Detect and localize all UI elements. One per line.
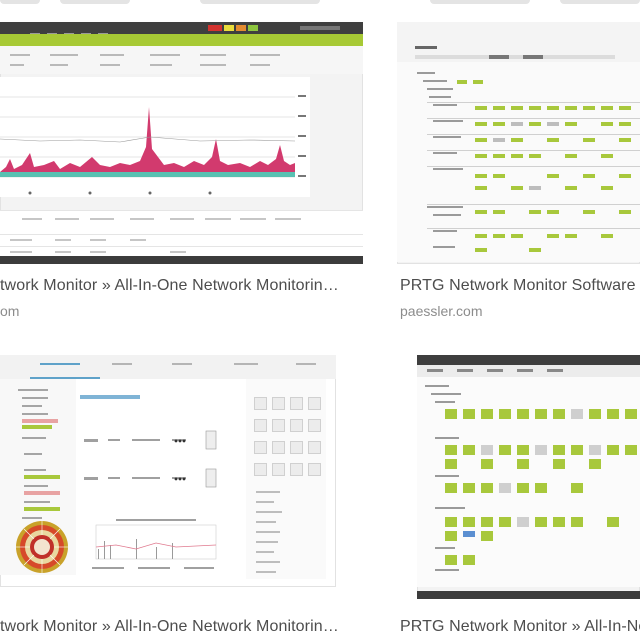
app-top-bar xyxy=(417,355,640,365)
app-top-bar xyxy=(0,22,363,53)
app-footer xyxy=(0,256,363,264)
sensor-info-panel xyxy=(0,46,363,74)
result-4-thumbnail[interactable] xyxy=(417,355,640,599)
app-footer xyxy=(417,591,640,599)
map-canvas xyxy=(76,379,242,575)
result-3-title[interactable]: twork Monitor » All-In-One Network Monit… xyxy=(0,618,339,636)
device-tree-header xyxy=(397,22,640,62)
result-2-source[interactable]: paessler.com xyxy=(400,303,482,319)
map-object-tree xyxy=(0,379,76,575)
result-3-thumbnail[interactable] xyxy=(0,355,336,587)
result-4-title[interactable]: PRTG Network Monitor » All-In-Network xyxy=(400,618,640,636)
image-result-1[interactable]: twork Monitor » All-In-One Network Monit… xyxy=(0,22,370,332)
result-2-thumbnail[interactable] xyxy=(397,22,640,264)
image-result-4[interactable]: PRTG Network Monitor » All-In-Network xyxy=(397,355,640,640)
result-1-thumbnail[interactable] xyxy=(0,22,363,264)
device-tree xyxy=(397,62,640,262)
result-1-source[interactable]: om xyxy=(0,303,19,319)
result-2-title[interactable]: PRTG Network Monitor Software xyxy=(400,277,636,295)
map-object-library xyxy=(246,379,326,579)
app-toolbar xyxy=(417,365,640,377)
previous-row-strip xyxy=(0,0,640,8)
map-tabs xyxy=(0,355,336,379)
traffic-chart xyxy=(0,77,310,197)
device-grid xyxy=(417,377,640,587)
image-result-2[interactable]: PRTG Network Monitor Software paessler.c… xyxy=(397,22,640,332)
sensor-title-bar xyxy=(0,34,363,46)
image-result-3[interactable]: twork Monitor » All-In-One Network Monit… xyxy=(0,355,370,640)
result-1-title[interactable]: twork Monitor » All-In-One Network Monit… xyxy=(0,277,339,295)
